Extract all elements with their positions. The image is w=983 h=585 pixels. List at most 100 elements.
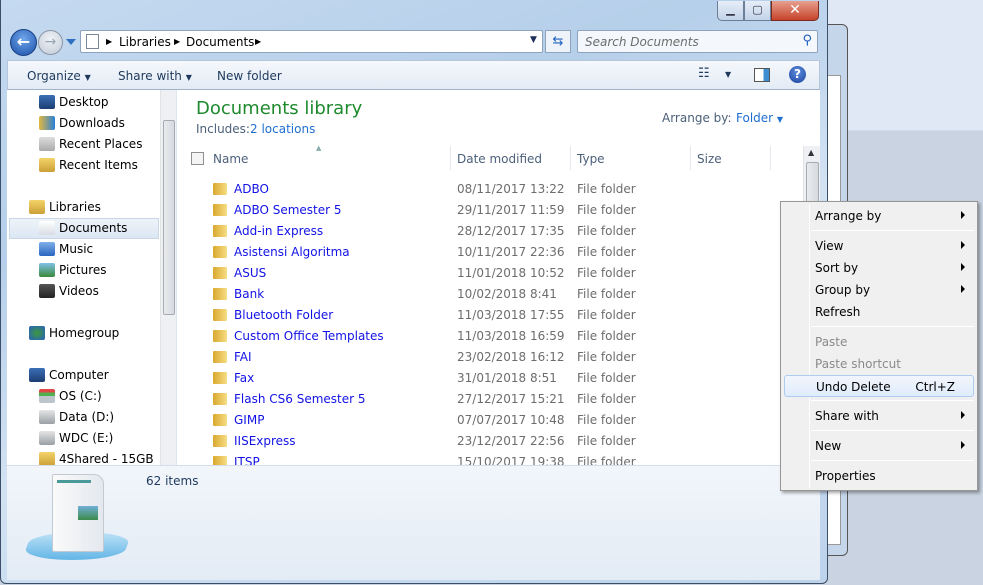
- file-row[interactable]: Bluetooth Folder 11/03/2018 17:55 File fol…: [209, 305, 789, 326]
- breadcrumb-chevron-icon[interactable]: ▶: [255, 37, 261, 46]
- column-header-date[interactable]: Date modified: [457, 152, 542, 166]
- arrange-by-dropdown[interactable]: Folder ▼: [736, 111, 783, 125]
- menu-item-view[interactable]: View: [784, 235, 974, 257]
- breadcrumb-documents[interactable]: Documents: [186, 35, 254, 49]
- file-name: Flash CS6 Semester 5: [234, 392, 366, 406]
- menu-separator: [811, 400, 974, 401]
- address-dropdown-icon[interactable]: ▼: [530, 35, 537, 45]
- menu-item-undo-delete[interactable]: Undo Delete Ctrl+Z: [784, 375, 974, 397]
- search-input[interactable]: Search Documents ⚲: [577, 30, 818, 53]
- homegroup-icon: [29, 326, 45, 340]
- file-date: 10/02/2018 8:41: [457, 287, 557, 301]
- file-row[interactable]: ADBO Semester 5 29/11/2017 11:59 File fold…: [209, 200, 789, 221]
- file-row[interactable]: Asistensi Algoritma 10/11/2017 22:36 File …: [209, 242, 789, 263]
- file-type: File folder: [577, 350, 636, 364]
- file-row[interactable]: GIMP 07/07/2017 10:48 File folder: [209, 410, 789, 431]
- recent-pages-dropdown-icon[interactable]: [66, 39, 76, 45]
- nav-item-downloads[interactable]: Downloads: [7, 116, 157, 132]
- file-name: Bank: [234, 287, 265, 301]
- breadcrumb-libraries[interactable]: Libraries: [119, 35, 171, 49]
- menu-item-share-with[interactable]: Share with: [784, 405, 974, 427]
- address-bar[interactable]: ▶ Libraries ▶ Documents ▶ ▼: [80, 30, 543, 53]
- file-row[interactable]: Bank 10/02/2018 8:41 File folder: [209, 284, 789, 305]
- nav-item-os-c-[interactable]: OS (C:): [7, 389, 157, 405]
- nav-item-documents[interactable]: Documents: [7, 221, 157, 237]
- nav-item-desktop[interactable]: Desktop: [7, 95, 157, 111]
- menu-item-arrange-by[interactable]: Arrange by: [784, 205, 974, 227]
- shared-folder-icon: [39, 452, 55, 466]
- nav-item-recent-items[interactable]: Recent Items: [7, 158, 157, 174]
- organize-button[interactable]: Organize ▼: [27, 69, 91, 83]
- file-type: File folder: [577, 245, 636, 259]
- new-folder-button[interactable]: New folder: [217, 69, 282, 83]
- nav-item-music[interactable]: Music: [7, 242, 157, 258]
- folder-icon: [213, 372, 227, 384]
- file-row[interactable]: ASUS 11/01/2018 10:52 File folder: [209, 263, 789, 284]
- menu-item-group-by[interactable]: Group by: [784, 279, 974, 301]
- nav-item-libraries[interactable]: Libraries: [7, 200, 157, 216]
- file-name: Asistensi Algoritma: [234, 245, 350, 259]
- file-date: 27/12/2017 15:21: [457, 392, 565, 406]
- change-view-icon[interactable]: ☷: [698, 66, 710, 81]
- breadcrumb-chevron-icon[interactable]: ▶: [106, 37, 112, 46]
- scroll-up-icon[interactable]: ▲: [808, 148, 814, 157]
- select-all-checkbox[interactable]: [191, 152, 204, 165]
- nav-item-wdc-e-[interactable]: WDC (E:): [7, 431, 157, 447]
- breadcrumb-chevron-icon[interactable]: ▶: [174, 37, 180, 46]
- file-row[interactable]: ADBO 08/11/2017 13:22 File folder: [209, 179, 789, 200]
- file-type: File folder: [577, 329, 636, 343]
- file-row[interactable]: Add-in Express 28/12/2017 17:35 File folde…: [209, 221, 789, 242]
- close-button[interactable]: ✕: [771, 1, 819, 21]
- back-button[interactable]: ←: [10, 29, 37, 56]
- submenu-arrow-icon: [961, 263, 965, 271]
- nav-scrollbar[interactable]: [160, 90, 176, 465]
- column-header-size[interactable]: Size: [697, 152, 722, 166]
- nav-item-data-d-[interactable]: Data (D:): [7, 410, 157, 426]
- menu-shortcut: Ctrl+Z: [915, 380, 955, 394]
- search-icon[interactable]: ⚲: [802, 33, 812, 48]
- menu-item-refresh[interactable]: Refresh: [784, 301, 974, 323]
- nav-item-computer[interactable]: Computer: [7, 368, 157, 384]
- details-pane: 62 items: [7, 465, 820, 580]
- folder-icon: [213, 267, 227, 279]
- document-icon: [39, 221, 55, 235]
- maximize-button[interactable]: ▢: [744, 1, 771, 21]
- file-name: ADBO: [234, 182, 269, 196]
- menu-item-sort-by[interactable]: Sort by: [784, 257, 974, 279]
- file-row[interactable]: IISExpress 23/12/2017 22:56 File folder: [209, 431, 789, 452]
- submenu-arrow-icon: [961, 241, 965, 249]
- file-row[interactable]: Flash CS6 Semester 5 27/12/2017 15:21 File…: [209, 389, 789, 410]
- drive-icon: [39, 431, 55, 445]
- desktop-icon: [39, 95, 55, 109]
- preview-pane-icon[interactable]: [754, 68, 770, 82]
- library-title: Documents library: [196, 98, 363, 119]
- includes-locations-link[interactable]: 2 locations: [250, 122, 315, 136]
- file-date: 28/12/2017 17:35: [457, 224, 565, 238]
- nav-item-recent-places[interactable]: Recent Places: [7, 137, 157, 153]
- file-type: File folder: [577, 266, 636, 280]
- nav-scrollbar-thumb[interactable]: [163, 120, 175, 315]
- file-date: 10/11/2017 22:36: [457, 245, 565, 259]
- context-menu: Arrange by View Sort by Group by Refresh Past…: [780, 201, 978, 491]
- nav-item-videos[interactable]: Videos: [7, 284, 157, 300]
- nav-item-pictures[interactable]: Pictures: [7, 263, 157, 279]
- file-date: 31/01/2018 8:51: [457, 371, 557, 385]
- share-with-button[interactable]: Share with ▼: [118, 69, 192, 83]
- help-icon[interactable]: ?: [789, 66, 806, 83]
- file-name: ASUS: [234, 266, 267, 280]
- file-date: 11/03/2018 17:55: [457, 308, 565, 322]
- column-header-name[interactable]: Name: [213, 152, 248, 166]
- nav-item-homegroup[interactable]: Homegroup: [7, 326, 157, 342]
- menu-item-paste-shortcut: Paste shortcut: [815, 357, 901, 371]
- forward-button[interactable]: →: [38, 30, 63, 55]
- menu-item-properties[interactable]: Properties: [784, 465, 974, 487]
- menu-item-new[interactable]: New: [784, 435, 974, 457]
- minimize-button[interactable]: ▁: [717, 1, 744, 21]
- refresh-button[interactable]: ⇆: [545, 30, 571, 53]
- file-row[interactable]: Fax 31/01/2018 8:51 File folder: [209, 368, 789, 389]
- column-header-type[interactable]: Type: [577, 152, 605, 166]
- file-row[interactable]: Custom Office Templates 11/03/2018 16:59 F…: [209, 326, 789, 347]
- folder-icon: [213, 309, 227, 321]
- view-dropdown-icon[interactable]: ▼: [725, 70, 731, 79]
- file-row[interactable]: FAI 23/02/2018 16:12 File folder: [209, 347, 789, 368]
